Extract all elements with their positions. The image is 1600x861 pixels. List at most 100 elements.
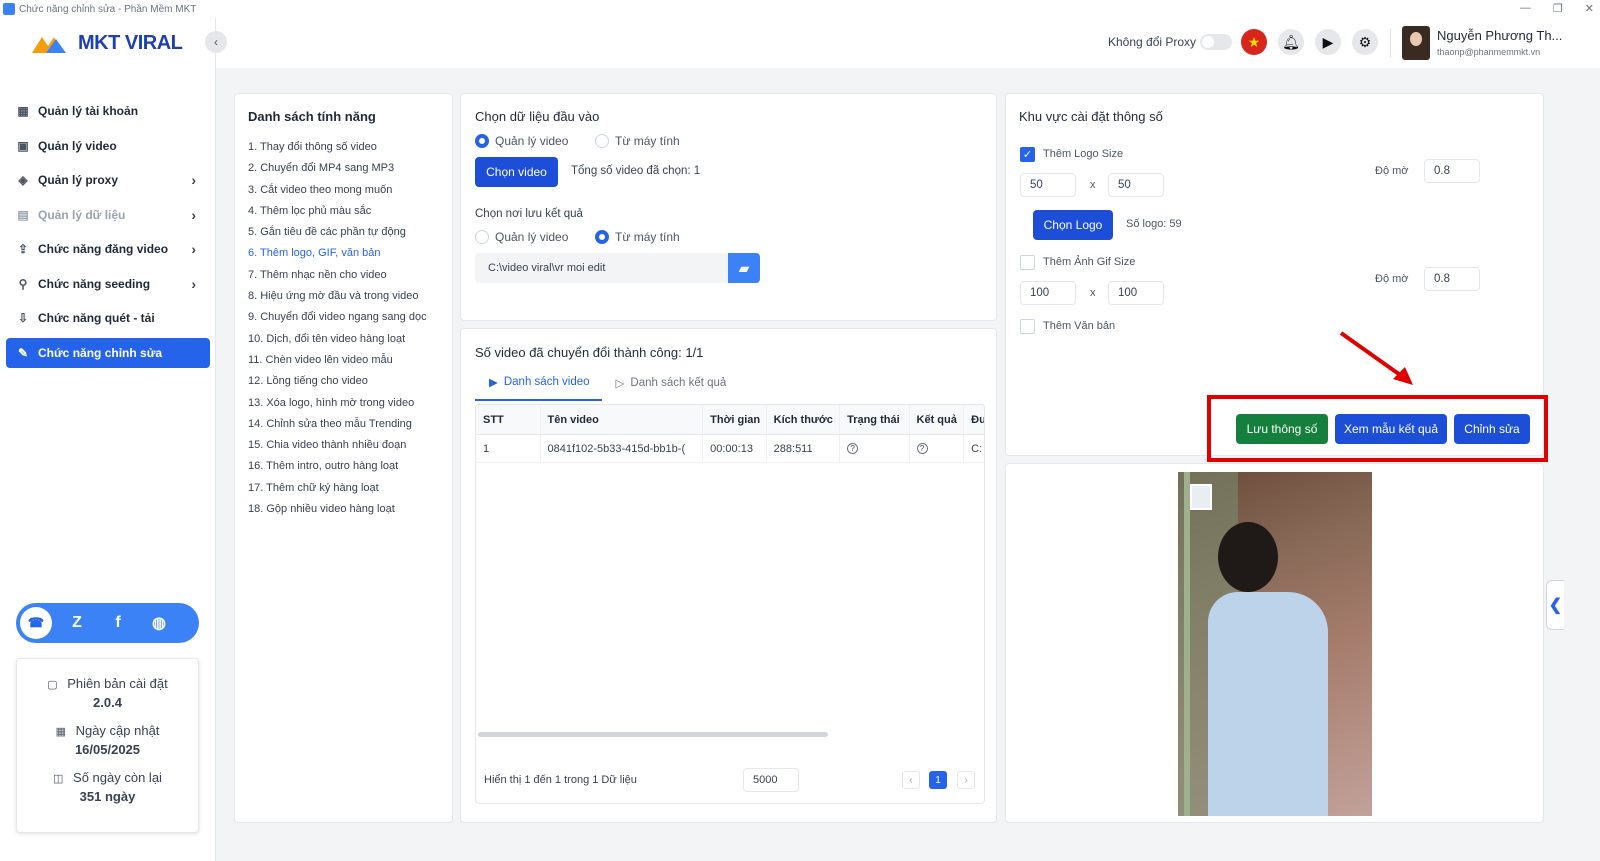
gif-size-checkbox[interactable] <box>1020 255 1035 270</box>
feature-item[interactable]: 10. Dịch, đổi tên video hàng loạt <box>248 332 427 353</box>
column-header[interactable]: Đư <box>964 405 984 434</box>
sidebar-item-edit[interactable]: ✎ Chức năng chỉnh sửa <box>6 337 210 368</box>
globe-icon[interactable]: ◍ <box>143 607 175 639</box>
expand-panel-button[interactable]: ❮ <box>1546 580 1564 630</box>
share-icon: ⚲ <box>18 276 28 291</box>
feature-item[interactable]: 14. Chỉnh sửa theo mẫu Trending <box>248 417 427 438</box>
bell-icon[interactable]: 🔔︎ <box>1278 29 1304 55</box>
collapse-sidebar-button[interactable]: ‹ <box>205 31 227 53</box>
table-cell: 288:511 <box>767 435 841 462</box>
column-header[interactable]: Kích thước <box>767 405 841 434</box>
column-header[interactable]: Trạng thái <box>840 405 910 434</box>
feature-item[interactable]: 13. Xóa logo, hình mờ trong video <box>248 396 427 417</box>
table-cell: ? <box>910 435 965 462</box>
sidebar-item-videos[interactable]: ▣ Quản lý video <box>6 131 210 161</box>
choose-logo-button[interactable]: Chọn Logo <box>1033 210 1113 240</box>
minimize-button[interactable]: — <box>1520 2 1531 15</box>
radio-save-manage[interactable]: Quản lý video <box>475 230 568 244</box>
layers-icon: ◈ <box>18 173 28 187</box>
feature-item[interactable]: 11. Chèn video lên video mẫu <box>248 353 427 374</box>
radio-manage-video[interactable]: Quản lý video <box>475 134 568 148</box>
clipboard-icon: ▤ <box>17 207 29 222</box>
sidebar-item-data[interactable]: ▤ Quản lý dữ liệu › <box>6 200 210 230</box>
feature-item[interactable]: 4. Thêm lọc phủ màu sắc <box>248 204 427 225</box>
feature-item[interactable]: 15. Chia video thành nhiều đoạn <box>248 438 427 459</box>
sidebar-item-seeding[interactable]: ⚲ Chức năng seeding › <box>6 269 210 299</box>
feature-item[interactable]: 3. Cắt video theo mong muốn <box>248 183 427 204</box>
sidebar-item-accounts[interactable]: ▦ Quản lý tài khoản <box>6 96 210 126</box>
feature-item[interactable]: 9. Chuyển đổi video ngang sang dọc <box>248 310 427 331</box>
table-cell: 0841f102-5b33-415d-bb1b-( <box>541 435 704 462</box>
logo-height-input[interactable]: 50 <box>1108 173 1164 197</box>
page-button[interactable]: 1 <box>929 771 947 789</box>
prev-page-button[interactable]: ‹ <box>902 771 920 789</box>
user-name[interactable]: Nguyễn Phương Th... <box>1437 28 1562 43</box>
facebook-icon[interactable]: f <box>102 607 134 639</box>
radio-label: Quản lý video <box>495 230 569 244</box>
tab-label: Danh sách kết quả <box>630 377 727 389</box>
gif-opacity-input[interactable]: 0.8 <box>1424 267 1480 291</box>
opacity-label: Độ mờ <box>1375 273 1409 285</box>
tab-result-list[interactable]: ▷ Danh sách kết quả <box>602 369 739 401</box>
logo-width-input[interactable]: 50 <box>1020 173 1076 197</box>
feature-item[interactable]: 1. Thay đổi thông số video <box>248 140 427 161</box>
avatar[interactable] <box>1402 26 1430 60</box>
logo-size-checkbox[interactable]: ✓ <box>1020 147 1035 162</box>
feature-item[interactable]: 5. Gắn tiêu đề các phần tự động <box>248 225 427 246</box>
column-header[interactable]: Tên video <box>541 405 704 434</box>
save-path-input[interactable]: C:\video viral\vr moi edit <box>475 253 728 283</box>
feature-item[interactable]: 12. Lồng tiếng cho video <box>248 374 427 395</box>
radio-save-computer[interactable]: Từ máy tính <box>595 230 680 244</box>
horizontal-scrollbar[interactable] <box>478 732 828 737</box>
proxy-toggle[interactable] <box>1200 34 1232 50</box>
column-header[interactable]: Thời gian <box>703 405 767 434</box>
table-row[interactable]: 1 0841f102-5b33-415d-bb1b-( 00:00:13 288… <box>476 435 984 463</box>
radio-from-computer[interactable]: Từ máy tính <box>595 134 680 148</box>
chevron-right-icon: › <box>191 172 196 188</box>
app-logo[interactable]: MKT VIRAL <box>32 32 183 55</box>
feature-item-active[interactable]: 6. Thêm logo, GIF, văn bản <box>248 246 427 267</box>
column-header[interactable]: STT <box>476 405 541 434</box>
sidebar-item-proxy[interactable]: ◈ Quản lý proxy › <box>6 165 210 195</box>
gif-width-input[interactable]: 100 <box>1020 281 1076 305</box>
tab-video-list[interactable]: ▶︎ Danh sách video <box>475 369 602 401</box>
page-size-input[interactable]: 5000 <box>743 768 799 792</box>
close-button[interactable]: ✕ <box>1585 2 1594 15</box>
play-icon[interactable]: ▶ <box>1315 29 1341 55</box>
zalo-icon[interactable]: Z <box>61 607 93 639</box>
user-email: thaonp@phanmemmkt.vn <box>1437 47 1541 57</box>
radio-label: Quản lý video <box>495 134 569 148</box>
feature-item[interactable]: 7. Thêm nhạc nền cho video <box>248 268 427 289</box>
logo-icon <box>32 36 66 53</box>
proxy-label: Không đổi Proxy <box>1108 35 1197 49</box>
chevron-right-icon: › <box>191 206 196 223</box>
text-checkbox[interactable] <box>1020 319 1035 334</box>
play-file-icon: ▷ <box>615 378 625 390</box>
feature-item[interactable]: 18. Gộp nhiều video hàng loạt <box>248 502 427 523</box>
choose-video-button[interactable]: Chọn video <box>475 157 558 187</box>
maximize-button[interactable]: ❐ <box>1553 2 1563 15</box>
next-page-button[interactable]: › <box>957 771 975 789</box>
logo-text: MKT VIRAL <box>78 32 183 54</box>
feature-item[interactable]: 17. Thêm chữ ký hàng loạt <box>248 481 427 502</box>
vietnam-flag-icon[interactable]: ★ <box>1241 29 1267 55</box>
gear-icon[interactable]: ⚙ <box>1352 29 1378 55</box>
folder-icon[interactable]: ▰ <box>728 253 760 283</box>
status-help-icon: ? <box>847 443 859 454</box>
feature-item[interactable]: 8. Hiệu ứng mờ đầu và trong video <box>248 289 427 310</box>
gif-height-input[interactable]: 100 <box>1108 281 1164 305</box>
radio-label: Từ máy tính <box>615 134 680 148</box>
sidebar-item-scan[interactable]: ⇩ Chức năng quét - tải <box>6 303 210 333</box>
sidebar-item-upload[interactable]: ⇪ Chức năng đăng video › <box>6 234 210 264</box>
support-icon[interactable]: ☎ <box>20 607 52 639</box>
feature-item[interactable]: 2. Chuyển đổi MP4 sang MP3 <box>248 161 427 182</box>
update-date-value: 16/05/2025 <box>74 742 141 757</box>
logo-count: Số logo: 59 <box>1126 218 1182 230</box>
table-cell: ? <box>840 435 910 462</box>
logo-opacity-input[interactable]: 0.8 <box>1424 159 1480 183</box>
column-header[interactable]: Kết quả <box>910 405 965 434</box>
feature-item[interactable]: 16. Thêm intro, outro hàng loạt <box>248 459 427 480</box>
pen-icon: ✎ <box>17 345 29 360</box>
version-info: ▢ Phiên bản cài đặt 2.0.4 ▦ Ngày cập nhật … <box>16 658 199 833</box>
highlight-box <box>1207 395 1548 462</box>
